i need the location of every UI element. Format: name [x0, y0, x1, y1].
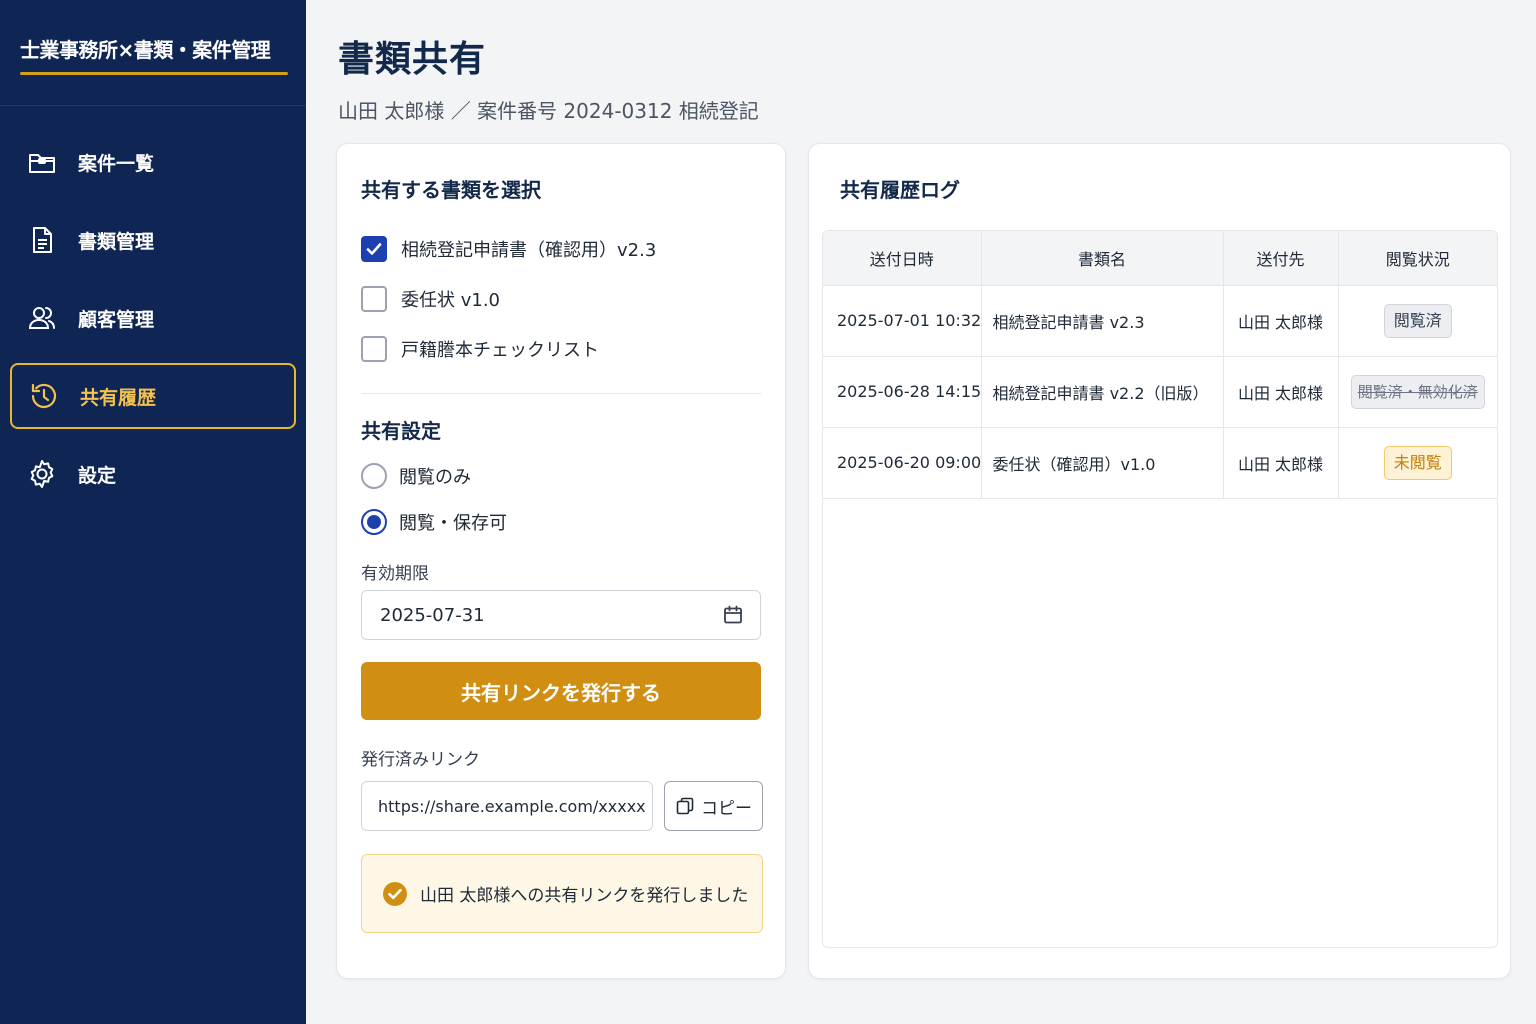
cell-status: 閲覧済	[1338, 285, 1497, 357]
checkbox-checked[interactable]	[361, 236, 387, 262]
table-row[interactable]: 2025-06-28 14:15 相続登記申請書 v2.2（旧版） 山田 太郎様…	[823, 356, 1497, 428]
document-option[interactable]: 戸籍謄本チェックリスト	[361, 336, 599, 362]
share-log-panel: 共有履歴ログ 送付日時 書類名 送付先 閲覧状況 2025-07-01 10:3…	[808, 143, 1511, 979]
copy-button-label: コピー	[701, 798, 752, 818]
issued-link-field[interactable]: https://share.example.com/xxxxx	[361, 781, 653, 831]
permission-option-view[interactable]: 閲覧のみ	[361, 463, 471, 489]
success-notice-text: 山田 太郎様への共有リンクを発行しました	[420, 886, 749, 906]
checkbox[interactable]	[361, 286, 387, 312]
sidebar: 士業事務所×書類・案件管理 案件一覧 書類管理 顧客管理 共有履歴 設定	[0, 0, 306, 1024]
cell-date: 2025-06-28 14:15	[823, 356, 982, 428]
radio-button[interactable]	[361, 463, 387, 489]
sidebar-item-settings[interactable]: 設定	[10, 441, 296, 507]
table-header-row: 送付日時 書類名 送付先 閲覧状況	[823, 231, 1497, 286]
column-header-status[interactable]: 閲覧状況	[1338, 231, 1497, 286]
cell-recipient: 山田 太郎様	[1223, 356, 1339, 428]
breadcrumb: 山田 太郎様 ／ 案件番号 2024-0312 相続登記	[338, 99, 759, 123]
section-divider	[361, 393, 761, 394]
sidebar-item-clients[interactable]: 顧客管理	[10, 285, 296, 351]
sidebar-item-label: 書類管理	[78, 230, 155, 253]
sidebar-item-label: 顧客管理	[78, 308, 155, 331]
copy-button[interactable]: コピー	[664, 781, 763, 831]
issued-link-label: 発行済みリンク	[361, 750, 480, 770]
cell-date: 2025-06-20 09:00	[823, 427, 982, 499]
document-option-label: 戸籍謄本チェックリスト	[401, 340, 599, 361]
check-circle-icon	[383, 881, 407, 906]
app-title: 士業事務所×書類・案件管理	[20, 38, 271, 62]
page-title: 書類共有	[338, 39, 487, 80]
status-badge: 閲覧済・無効化済	[1350, 374, 1485, 409]
cell-status: 閲覧済・無効化済	[1338, 356, 1497, 428]
permission-option-label: 閲覧・保存可	[399, 513, 507, 534]
brand-underline	[20, 72, 288, 75]
cell-document: 相続登記申請書 v2.2（旧版）	[981, 356, 1224, 428]
gear-icon	[26, 458, 58, 490]
success-notice: 山田 太郎様への共有リンクを発行しました	[361, 854, 763, 933]
sidebar-divider	[0, 105, 306, 106]
table-row[interactable]: 2025-07-01 10:32 相続登記申請書 v2.3 山田 太郎様 閲覧済	[823, 285, 1497, 357]
document-option-label: 相続登記申請書（確認用）v2.3	[401, 240, 657, 261]
calendar-icon[interactable]	[722, 604, 744, 626]
users-icon	[26, 302, 58, 334]
sidebar-item-label: 案件一覧	[78, 152, 155, 175]
checkbox[interactable]	[361, 336, 387, 362]
cell-recipient: 山田 太郎様	[1223, 285, 1339, 357]
column-header-document[interactable]: 書類名	[981, 231, 1224, 286]
document-option-label: 委任状 v1.0	[401, 290, 500, 311]
document-option[interactable]: 委任状 v1.0	[361, 286, 500, 312]
radio-button-selected[interactable]	[361, 509, 387, 535]
sidebar-item-documents[interactable]: 書類管理	[10, 207, 296, 273]
share-panel-title: 共有する書類を選択	[361, 178, 541, 202]
issue-link-button[interactable]: 共有リンクを発行する	[361, 662, 761, 720]
copy-icon	[676, 797, 694, 815]
document-icon	[26, 224, 58, 256]
sidebar-item-label: 共有履歴	[80, 386, 157, 409]
cell-status: 未閲覧	[1338, 427, 1497, 499]
sidebar-item-history[interactable]: 共有履歴	[10, 363, 296, 429]
table-row[interactable]: 2025-06-20 09:00 委任状（確認用）v1.0 山田 太郎様 未閲覧	[823, 427, 1497, 499]
share-panel: 共有する書類を選択 相続登記申請書（確認用）v2.3 委任状 v1.0 戸籍謄本…	[336, 143, 786, 979]
sidebar-item-cases[interactable]: 案件一覧	[10, 129, 296, 195]
share-settings-title: 共有設定	[361, 419, 441, 443]
expiry-label: 有効期限	[361, 564, 429, 584]
cell-document: 相続登記申請書 v2.3	[981, 285, 1224, 357]
share-log-table: 送付日時 書類名 送付先 閲覧状況 2025-07-01 10:32 相続登記申…	[822, 230, 1498, 948]
expiry-date-input[interactable]: 2025-07-31	[361, 590, 761, 640]
status-badge: 未閲覧	[1383, 445, 1452, 480]
cell-recipient: 山田 太郎様	[1223, 427, 1339, 499]
expiry-date-value: 2025-07-31	[380, 604, 485, 626]
document-option[interactable]: 相続登記申請書（確認用）v2.3	[361, 236, 656, 262]
cell-date: 2025-07-01 10:32	[823, 285, 982, 357]
column-header-recipient[interactable]: 送付先	[1223, 231, 1339, 286]
permission-option-label: 閲覧のみ	[399, 467, 471, 488]
history-icon	[28, 380, 60, 412]
status-badge: 閲覧済	[1383, 303, 1452, 338]
permission-option-download[interactable]: 閲覧・保存可	[361, 509, 507, 535]
sidebar-item-label: 設定	[78, 464, 117, 487]
column-header-date[interactable]: 送付日時	[823, 231, 982, 286]
cell-document: 委任状（確認用）v1.0	[981, 427, 1224, 499]
share-log-title: 共有履歴ログ	[840, 178, 960, 202]
folder-icon	[26, 146, 58, 178]
